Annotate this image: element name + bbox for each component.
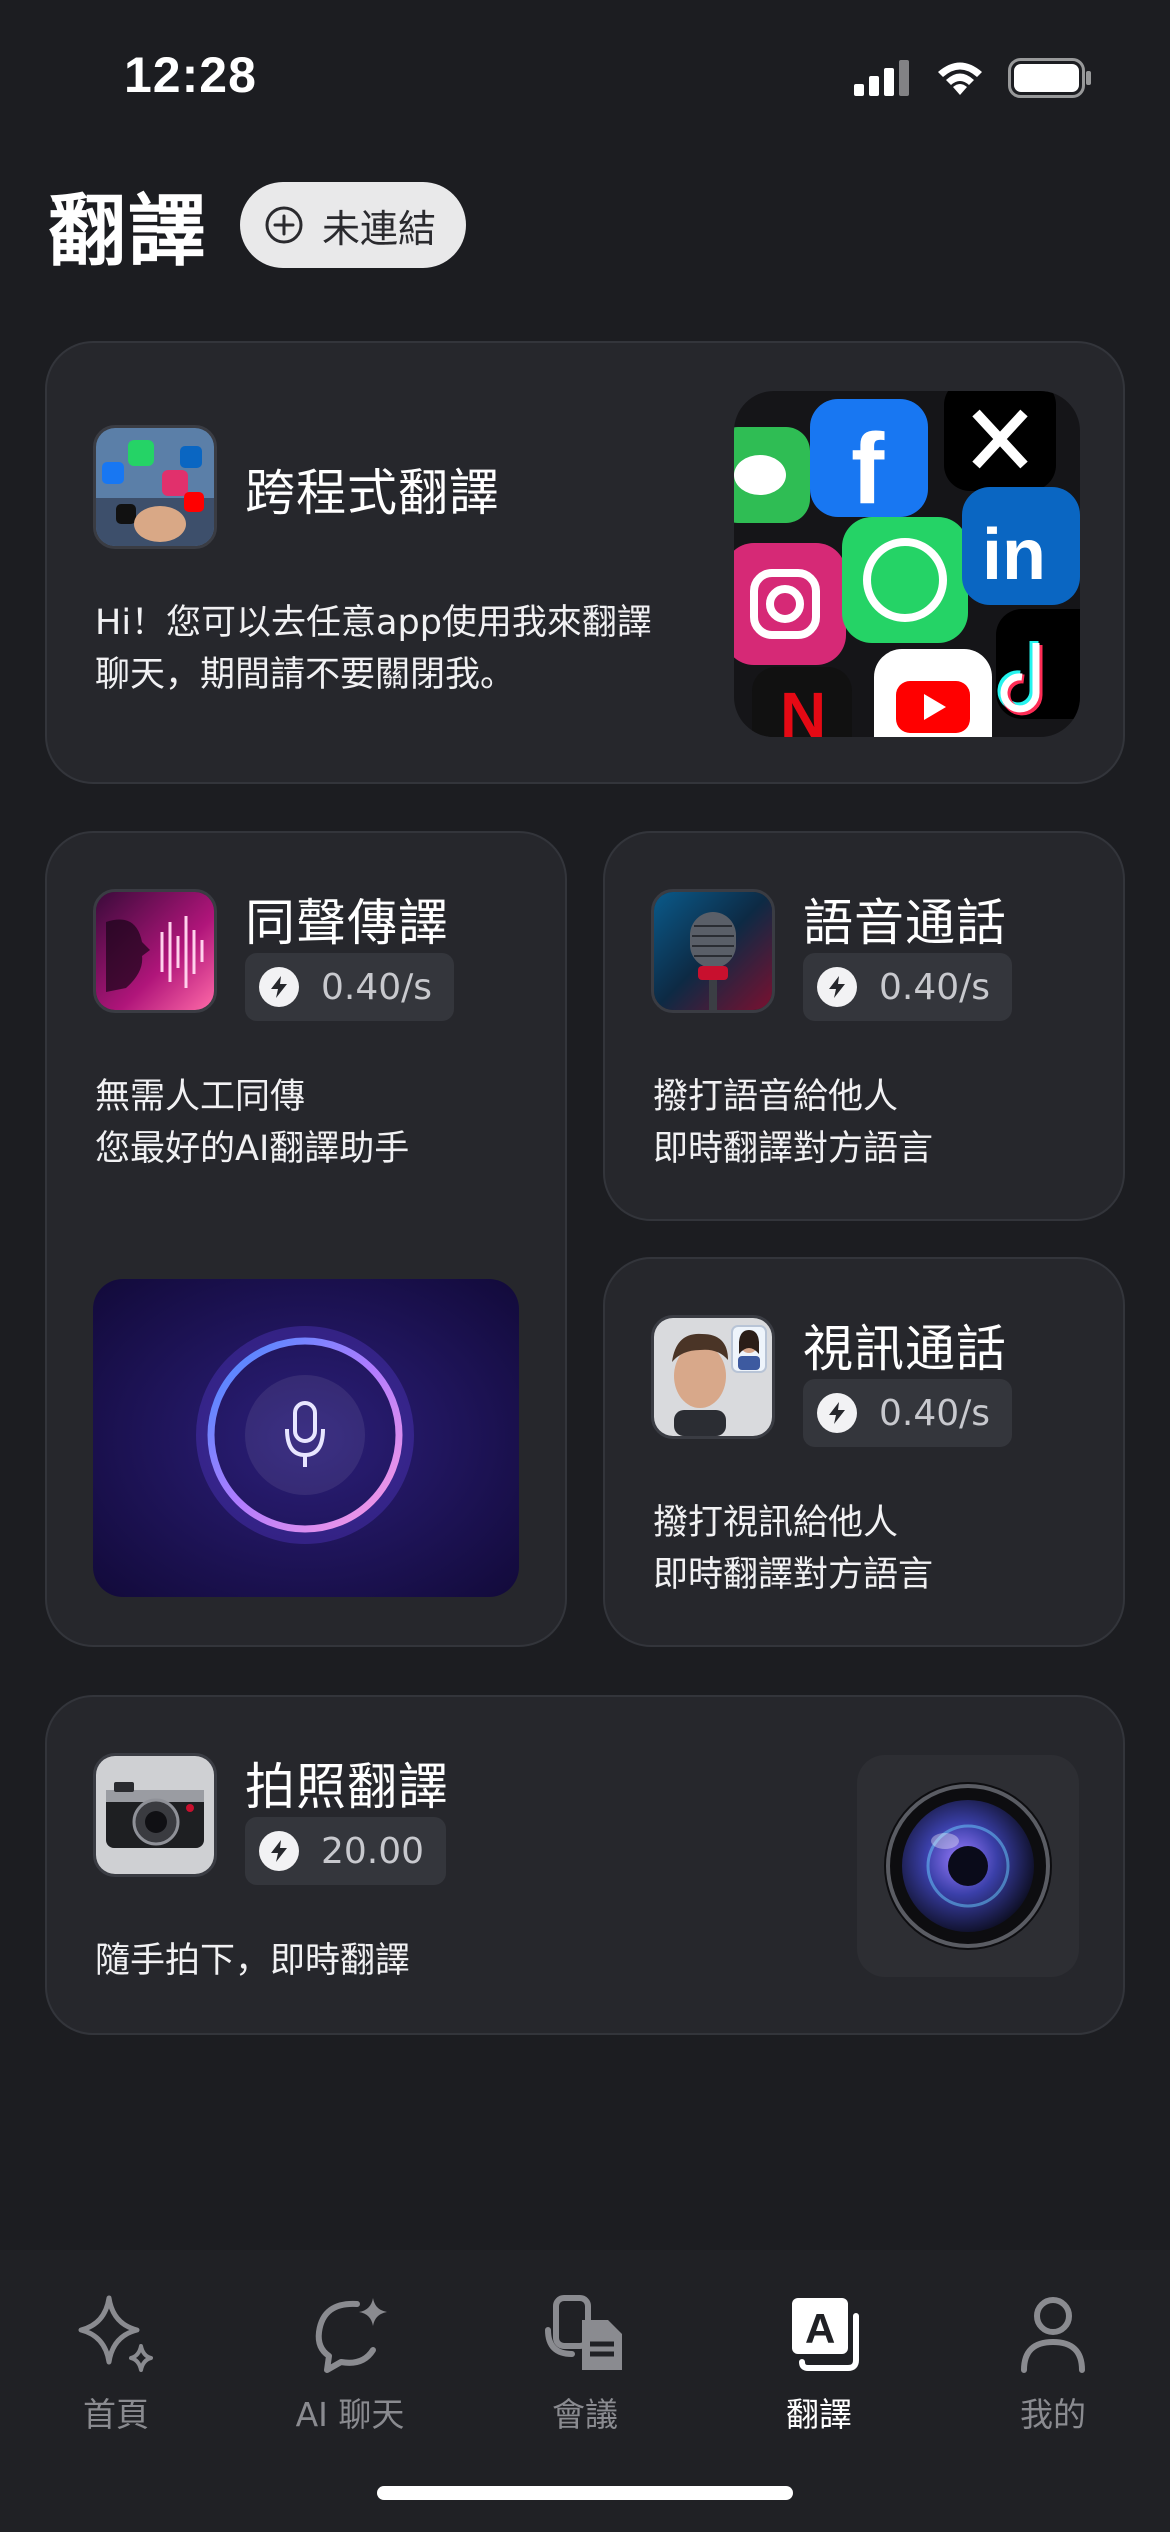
sparkle-icon — [78, 2295, 153, 2372]
cross-app-translation-card[interactable]: 跨程式翻譯 Hi！您可以去任意app使用我來翻譯 聊天，期間請不要關閉我。 f … — [45, 341, 1125, 784]
tab-home[interactable]: 首頁 — [26, 2290, 206, 2436]
video-call-price: 0.40/s — [879, 1392, 991, 1434]
svg-text:in: in — [982, 515, 1046, 595]
video-call-card[interactable]: 視訊通話 0.40/s 撥打視訊給他人 即時翻譯對方語言 — [603, 1257, 1125, 1647]
tab-translate[interactable]: A 翻譯 — [729, 2290, 909, 2436]
status-bar: 12:28 — [0, 0, 1170, 150]
svg-text:A: A — [805, 2305, 835, 2352]
voice-call-desc-line-1: 撥打語音給他人 — [653, 1077, 899, 1117]
voice-call-price-chip: 0.40/s — [803, 953, 1013, 1021]
cellular-signal-icon — [854, 60, 909, 96]
connection-status-label: 未連結 — [322, 206, 437, 251]
video-call-desc-line-2: 即時翻譯對方語言 — [653, 1555, 934, 1595]
connection-status-button[interactable]: 未連結 — [240, 182, 467, 268]
status-icons — [854, 58, 1092, 98]
voice-call-description: 撥打語音給他人 即時翻譯對方語言 — [653, 1071, 933, 1175]
cross-app-title: 跨程式翻譯 — [245, 464, 500, 522]
video-call-price-chip: 0.40/s — [803, 1379, 1013, 1447]
add-circle-icon — [265, 206, 303, 244]
ai-chat-icon — [315, 2298, 387, 2373]
video-faces-thumbnail — [651, 1315, 775, 1439]
microphone-visual[interactable] — [93, 1279, 519, 1597]
page-header: 翻譯 未連結 — [48, 175, 467, 277]
simul-title: 同聲傳譯 — [245, 894, 449, 952]
simultaneous-interpretation-card[interactable]: 同聲傳譯 0.40/s 無需人工同傳 您最好的AI翻譯助手 — [45, 831, 567, 1647]
tab-meeting-label: 會議 — [552, 2395, 618, 2434]
svg-text:N: N — [780, 679, 826, 737]
tab-meeting[interactable]: 會議 — [495, 2290, 675, 2436]
battery-icon — [1008, 58, 1091, 98]
microphone-thumbnail — [651, 889, 775, 1013]
voice-call-card[interactable]: 語音通話 0.40/s 撥打語音給他人 即時翻譯對方語言 — [603, 831, 1125, 1221]
tab-profile-label: 我的 — [1020, 2395, 1086, 2434]
camera-lens-visual[interactable] — [857, 1755, 1079, 1977]
voice-call-price: 0.40/s — [879, 966, 991, 1008]
video-call-title: 視訊通話 — [803, 1320, 1007, 1378]
translate-icon: A — [792, 2298, 859, 2371]
voice-call-desc-line-2: 即時翻譯對方語言 — [653, 1129, 934, 1169]
home-indicator[interactable] — [377, 2486, 793, 2500]
social-apps-collage: f in N — [734, 391, 1080, 737]
voice-wave-thumbnail — [93, 889, 217, 1013]
bolt-icon — [259, 1831, 299, 1871]
cross-app-description: Hi！您可以去任意app使用我來翻譯 聊天，期間請不要關閉我。 — [95, 597, 652, 701]
tab-home-label: 首頁 — [83, 2395, 149, 2434]
bolt-icon — [817, 967, 857, 1007]
photo-desc-line-1: 隨手拍下，即時翻譯 — [95, 1941, 411, 1981]
simul-price-chip: 0.40/s — [245, 953, 455, 1021]
photo-price-chip: 20.00 — [245, 1817, 447, 1885]
status-time: 12:28 — [124, 47, 257, 103]
camera-thumbnail — [93, 1753, 217, 1877]
tab-ai-chat[interactable]: AI 聊天 — [260, 2290, 440, 2436]
bolt-icon — [817, 1393, 857, 1433]
tab-translate-label: 翻譯 — [786, 2395, 852, 2434]
simul-price: 0.40/s — [321, 966, 433, 1008]
photo-price: 20.00 — [321, 1830, 425, 1872]
page-title: 翻譯 — [48, 187, 209, 277]
voice-call-title: 語音通話 — [803, 894, 1007, 952]
photo-translation-card[interactable]: 拍照翻譯 20.00 隨手拍下，即時翻譯 — [45, 1695, 1125, 2035]
svg-text:f: f — [851, 413, 885, 525]
social-apps-thumbnail — [93, 425, 217, 549]
video-call-desc-line-1: 撥打視訊給他人 — [653, 1503, 899, 1543]
profile-icon — [1021, 2297, 1085, 2373]
tab-profile[interactable]: 我的 — [963, 2290, 1143, 2436]
photo-title: 拍照翻譯 — [245, 1758, 449, 1816]
bolt-icon — [259, 967, 299, 1007]
simul-description: 無需人工同傳 您最好的AI翻譯助手 — [95, 1071, 409, 1175]
tab-ai-chat-label: AI 聊天 — [295, 2395, 405, 2434]
simul-desc-line-2: 您最好的AI翻譯助手 — [95, 1129, 410, 1169]
photo-description: 隨手拍下，即時翻譯 — [95, 1935, 410, 1987]
cross-app-desc-line-1: Hi！您可以去任意app使用我來翻譯 — [95, 603, 652, 643]
simul-desc-line-1: 無需人工同傳 — [95, 1077, 306, 1117]
cross-app-desc-line-2: 聊天，期間請不要關閉我。 — [95, 655, 516, 695]
meeting-icon — [545, 2295, 622, 2370]
wifi-icon — [938, 62, 982, 95]
video-call-description: 撥打視訊給他人 即時翻譯對方語言 — [653, 1497, 933, 1601]
